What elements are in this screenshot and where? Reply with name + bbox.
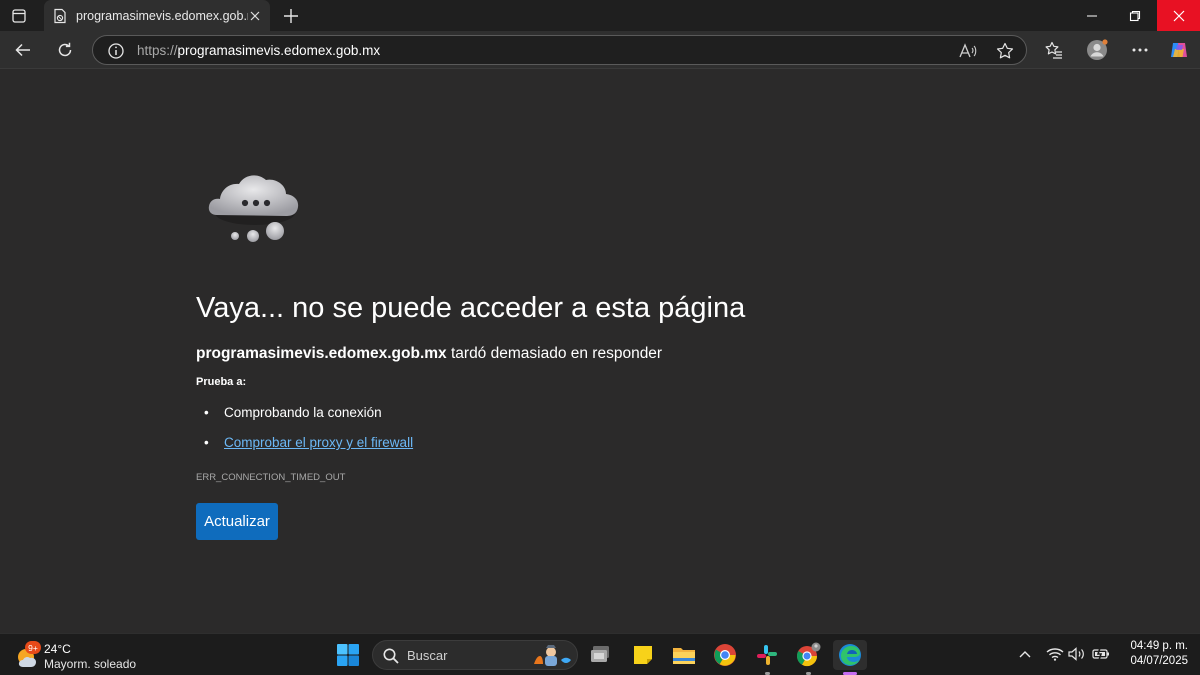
address-bar[interactable]: https://programasimevis.edomex.gob.mx	[92, 35, 1027, 65]
search-placeholder: Buscar	[407, 648, 448, 663]
back-icon[interactable]	[12, 39, 34, 61]
refresh-icon[interactable]	[54, 39, 76, 61]
tab-title: programasimevis.edomex.gob.mx	[76, 8, 248, 23]
new-tab-icon[interactable]	[281, 6, 301, 26]
file-explorer-icon[interactable]	[669, 640, 699, 670]
copilot-icon[interactable]	[1168, 39, 1190, 61]
list-item: Comprobar el proxy y el firewall	[204, 434, 413, 464]
system-clock[interactable]: 04:49 p. m. 04/07/2025	[1118, 639, 1188, 669]
url-text[interactable]: https://programasimevis.edomex.gob.mx	[137, 43, 380, 58]
info-icon[interactable]	[107, 42, 125, 60]
search-icon	[382, 647, 400, 665]
active-tab[interactable]: programasimevis.edomex.gob.mx	[44, 0, 270, 31]
edge-icon[interactable]	[833, 640, 867, 675]
clock-time: 04:49 p. m.	[1130, 640, 1188, 652]
clock-date: 04/07/2025	[1130, 655, 1188, 667]
browser-toolbar: https://programasimevis.edomex.gob.mx	[0, 31, 1200, 68]
search-highlight-icon	[531, 644, 573, 668]
favorites-list-icon[interactable]	[1043, 39, 1065, 61]
error-page: Vaya... no se puede acceder a esta págin…	[0, 68, 1200, 633]
error-host: programasimevis.edomex.gob.mx	[196, 345, 447, 362]
minimize-icon[interactable]	[1071, 0, 1113, 31]
chrome-icon[interactable]	[710, 640, 740, 670]
volume-icon[interactable]	[1067, 644, 1087, 664]
star-icon[interactable]	[995, 41, 1015, 61]
page-icon	[52, 8, 68, 24]
task-view-icon[interactable]	[586, 640, 616, 670]
sticky-notes-icon[interactable]	[628, 640, 658, 670]
weather-condition: Mayorm. soleado	[44, 657, 137, 671]
battery-icon[interactable]	[1091, 644, 1111, 664]
suggestion-list: Comprobando la conexión Comprobar el pro…	[204, 404, 413, 464]
restore-icon[interactable]	[1114, 0, 1156, 31]
page-title: Vaya... no se puede acceder a esta págin…	[196, 292, 746, 324]
taskbar-search[interactable]: Buscar	[372, 640, 578, 670]
proxy-firewall-link[interactable]: Comprobar el proxy y el firewall	[224, 435, 413, 450]
chevron-up-icon[interactable]	[1015, 644, 1035, 664]
start-icon[interactable]	[333, 640, 363, 670]
refresh-button[interactable]: Actualizar	[196, 503, 278, 540]
error-code: ERR_CONNECTION_TIMED_OUT	[196, 472, 346, 483]
wifi-icon[interactable]	[1045, 644, 1065, 664]
error-message: tardó demasiado en responder	[446, 345, 663, 362]
close-window-icon[interactable]	[1157, 0, 1200, 31]
cloud-offline-icon	[203, 169, 313, 249]
read-aloud-icon[interactable]	[958, 42, 978, 60]
tab-actions-icon[interactable]	[6, 5, 32, 27]
temperature: 24°C	[44, 642, 71, 656]
taskbar: 9+ 24°C Mayorm. soleado Buscar 04:49 p. …	[0, 633, 1200, 675]
url-scheme: https://	[137, 43, 178, 58]
slack-icon[interactable]	[752, 640, 782, 675]
title-bar: programasimevis.edomex.gob.mx	[0, 0, 1200, 31]
profile-icon[interactable]	[1086, 39, 1108, 61]
more-icon[interactable]	[1129, 39, 1151, 61]
list-item: Comprobando la conexión	[204, 404, 413, 434]
weather-widget[interactable]: 9+ 24°C Mayorm. soleado	[14, 639, 154, 671]
url-host: programasimevis.edomex.gob.mx	[177, 43, 381, 58]
suggestion-check-connection: Comprobando la conexión	[224, 405, 382, 420]
error-description: programasimevis.edomex.gob.mx tardó dema…	[196, 345, 662, 363]
weather-badge: 9+	[25, 641, 41, 654]
try-label: Prueba a:	[196, 376, 247, 388]
chrome-profile-icon[interactable]	[793, 640, 823, 675]
close-tab-icon[interactable]	[248, 8, 262, 22]
